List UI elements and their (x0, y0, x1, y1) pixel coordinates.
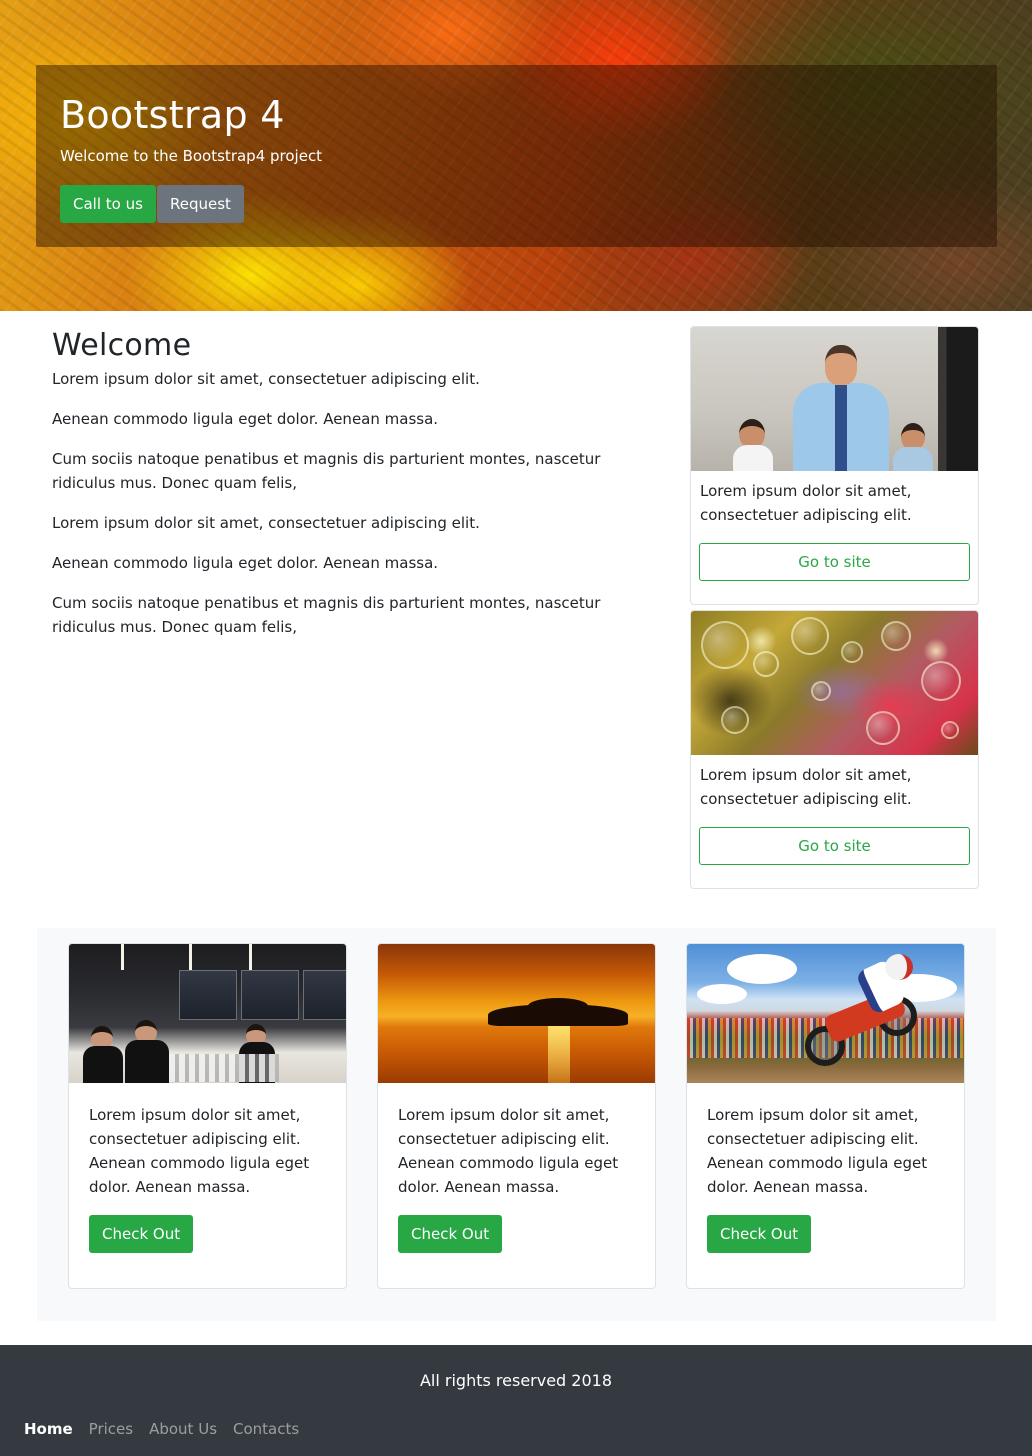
feature-card: Lorem ipsum dolor sit amet, consectetuer… (377, 943, 656, 1289)
oil-bubbles-photo (691, 611, 978, 755)
side-card: Lorem ipsum dolor sit amet, consectetuer… (690, 610, 979, 889)
welcome-paragraph: Lorem ipsum dolor sit amet, consectetuer… (52, 370, 480, 388)
office-people-photo (691, 327, 978, 471)
check-out-button[interactable]: Check Out (89, 1215, 194, 1253)
request-button[interactable]: Request (157, 185, 244, 223)
nav-link-about-us[interactable]: About Us (149, 1420, 217, 1438)
welcome-section: Welcome Lorem ipsum dolor sit amet, cons… (52, 328, 667, 655)
welcome-paragraph: Aenean commodo ligula eget dolor. Aenean… (52, 410, 439, 428)
footer: All rights reserved 2018 Home Prices Abo… (0, 1345, 1032, 1456)
welcome-paragraph: Lorem ipsum dolor sit amet, consectetuer… (52, 514, 480, 532)
footer-nav: Home Prices About Us Contacts (24, 1420, 315, 1438)
footer-copyright: All rights reserved 2018 (419, 1371, 613, 1390)
side-card: Lorem ipsum dolor sit amet, consectetuer… (690, 326, 979, 605)
welcome-heading: Welcome (52, 328, 192, 363)
feature-card-text: Lorem ipsum dolor sit amet, consectetuer… (89, 1106, 310, 1196)
side-card-text: Lorem ipsum dolor sit amet, consectetuer… (700, 766, 912, 808)
check-out-button[interactable]: Check Out (707, 1215, 812, 1253)
bar-party-photo (69, 944, 346, 1083)
feature-section: Lorem ipsum dolor sit amet, consectetuer… (37, 928, 996, 1321)
feature-card: Lorem ipsum dolor sit amet, consectetuer… (68, 943, 347, 1289)
hero-banner: Bootstrap 4 Welcome to the Bootstrap4 pr… (0, 0, 1032, 311)
jumbotron: Bootstrap 4 Welcome to the Bootstrap4 pr… (36, 65, 997, 247)
welcome-paragraph: Aenean commodo ligula eget dolor. Aenean… (52, 554, 439, 572)
hero-lead: Welcome to the Bootstrap4 project (60, 147, 323, 165)
feature-card-text: Lorem ipsum dolor sit amet, consectetuer… (398, 1106, 619, 1196)
feature-card: Lorem ipsum dolor sit amet, consectetuer… (686, 943, 965, 1289)
hero-title: Bootstrap 4 (60, 93, 285, 137)
nav-link-contacts[interactable]: Contacts (233, 1420, 299, 1438)
nav-link-prices[interactable]: Prices (89, 1420, 133, 1438)
nav-link-home[interactable]: Home (24, 1420, 73, 1438)
call-to-us-button[interactable]: Call to us (60, 185, 156, 223)
sunset-island-photo (378, 944, 655, 1083)
welcome-paragraph: Cum sociis natoque penatibus et magnis d… (52, 594, 601, 636)
motocross-photo (687, 944, 964, 1083)
go-to-site-button[interactable]: Go to site (699, 827, 970, 865)
feature-card-text: Lorem ipsum dolor sit amet, consectetuer… (707, 1106, 928, 1196)
welcome-paragraph: Cum sociis natoque penatibus et magnis d… (52, 450, 601, 492)
go-to-site-button[interactable]: Go to site (699, 543, 970, 581)
side-card-text: Lorem ipsum dolor sit amet, consectetuer… (700, 482, 912, 524)
check-out-button[interactable]: Check Out (398, 1215, 503, 1253)
